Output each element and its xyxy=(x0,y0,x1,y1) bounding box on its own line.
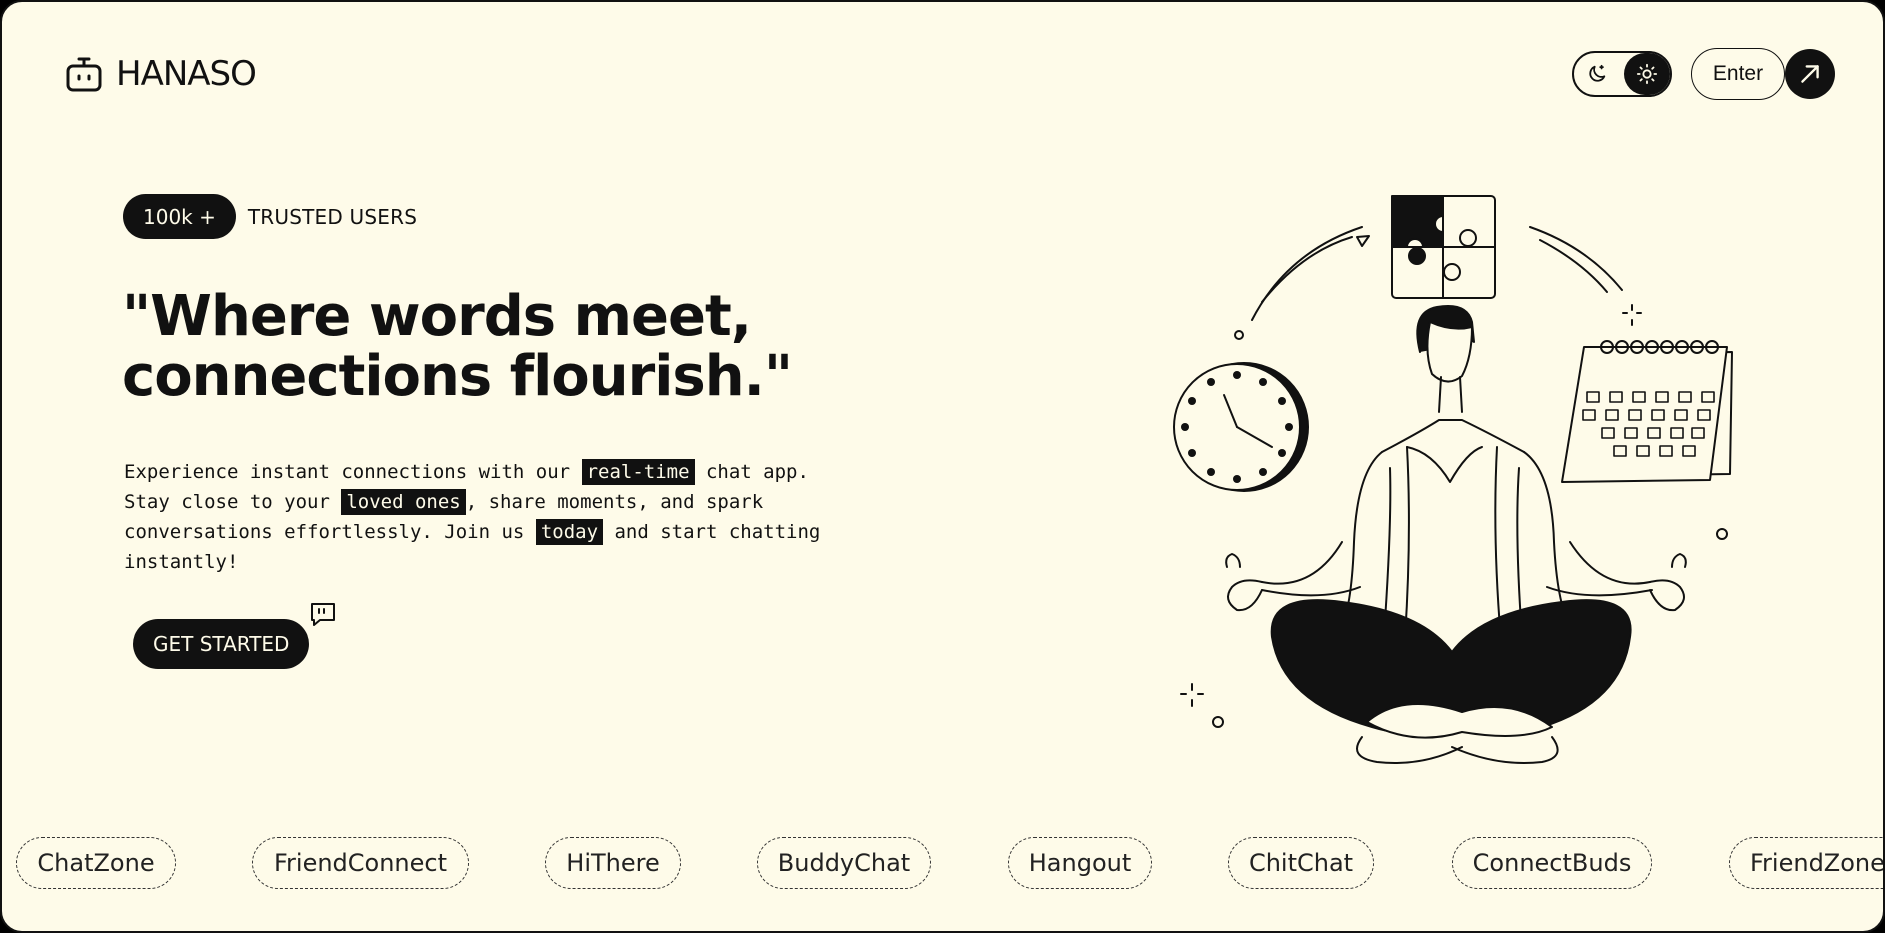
light-mode-option[interactable] xyxy=(1624,53,1670,95)
clock-icon xyxy=(1173,362,1309,492)
brand-logo[interactable]: HANASO xyxy=(64,54,257,94)
get-started-button[interactable]: GET STARTED xyxy=(133,619,310,669)
sun-icon xyxy=(1636,63,1658,85)
calendar-icon xyxy=(1561,340,1733,483)
arrow-up-right-icon xyxy=(1801,65,1819,83)
trusted-users-badge: 100k + TRUSTED USERS xyxy=(123,194,417,239)
page-frame: HANASO Enter 100k + TRUSTED USERS "Where… xyxy=(0,0,1885,933)
enter-button[interactable]: Enter xyxy=(1691,48,1785,100)
tag-chip[interactable]: ConnectBuds xyxy=(1452,837,1652,889)
moon-icon xyxy=(1589,64,1606,82)
highlight-loved-ones: loved ones xyxy=(341,489,466,515)
headline-line-1: "Where words meet, xyxy=(122,284,752,349)
tag-chip[interactable]: FriendZone xyxy=(1729,837,1883,889)
headline-line-2: connections flourish." xyxy=(122,344,793,409)
theme-toggle[interactable] xyxy=(1572,51,1672,97)
arrow-head-icon xyxy=(1356,235,1370,247)
puzzle-icon xyxy=(1391,195,1496,299)
trusted-label: TRUSTED USERS xyxy=(247,204,418,229)
quote-bubble-icon xyxy=(311,603,335,626)
tag-chip[interactable]: BuddyChat xyxy=(757,837,931,889)
trusted-count: 100k + xyxy=(123,194,236,239)
enter-arrow-button[interactable] xyxy=(1785,49,1835,99)
dark-mode-option[interactable] xyxy=(1574,53,1620,95)
orbit-arc-right xyxy=(1529,226,1623,291)
robot-icon xyxy=(66,57,102,92)
tag-chip[interactable]: ChitChat xyxy=(1228,837,1374,889)
tag-chip[interactable]: HiThere xyxy=(545,837,681,889)
highlight-real-time: real-time xyxy=(581,459,695,485)
orbit-arc-left xyxy=(1251,226,1363,321)
brand-name: HANASO xyxy=(116,54,257,94)
desc-text-1: Experience instant connections with our xyxy=(124,461,582,483)
meditation-illustration xyxy=(1173,195,1733,764)
hero-headline: "Where words meet, connections flourish.… xyxy=(122,287,822,407)
tag-chip[interactable]: ChatZone xyxy=(16,837,176,889)
app-name-marquee: ChatZone FriendConnect HiThere BuddyChat… xyxy=(2,837,1883,891)
tag-chip[interactable]: Hangout xyxy=(1008,837,1152,889)
hero-description: Experience instant connections with our … xyxy=(124,457,824,577)
tag-chip[interactable]: FriendConnect xyxy=(252,837,469,889)
highlight-today: today xyxy=(535,519,604,545)
